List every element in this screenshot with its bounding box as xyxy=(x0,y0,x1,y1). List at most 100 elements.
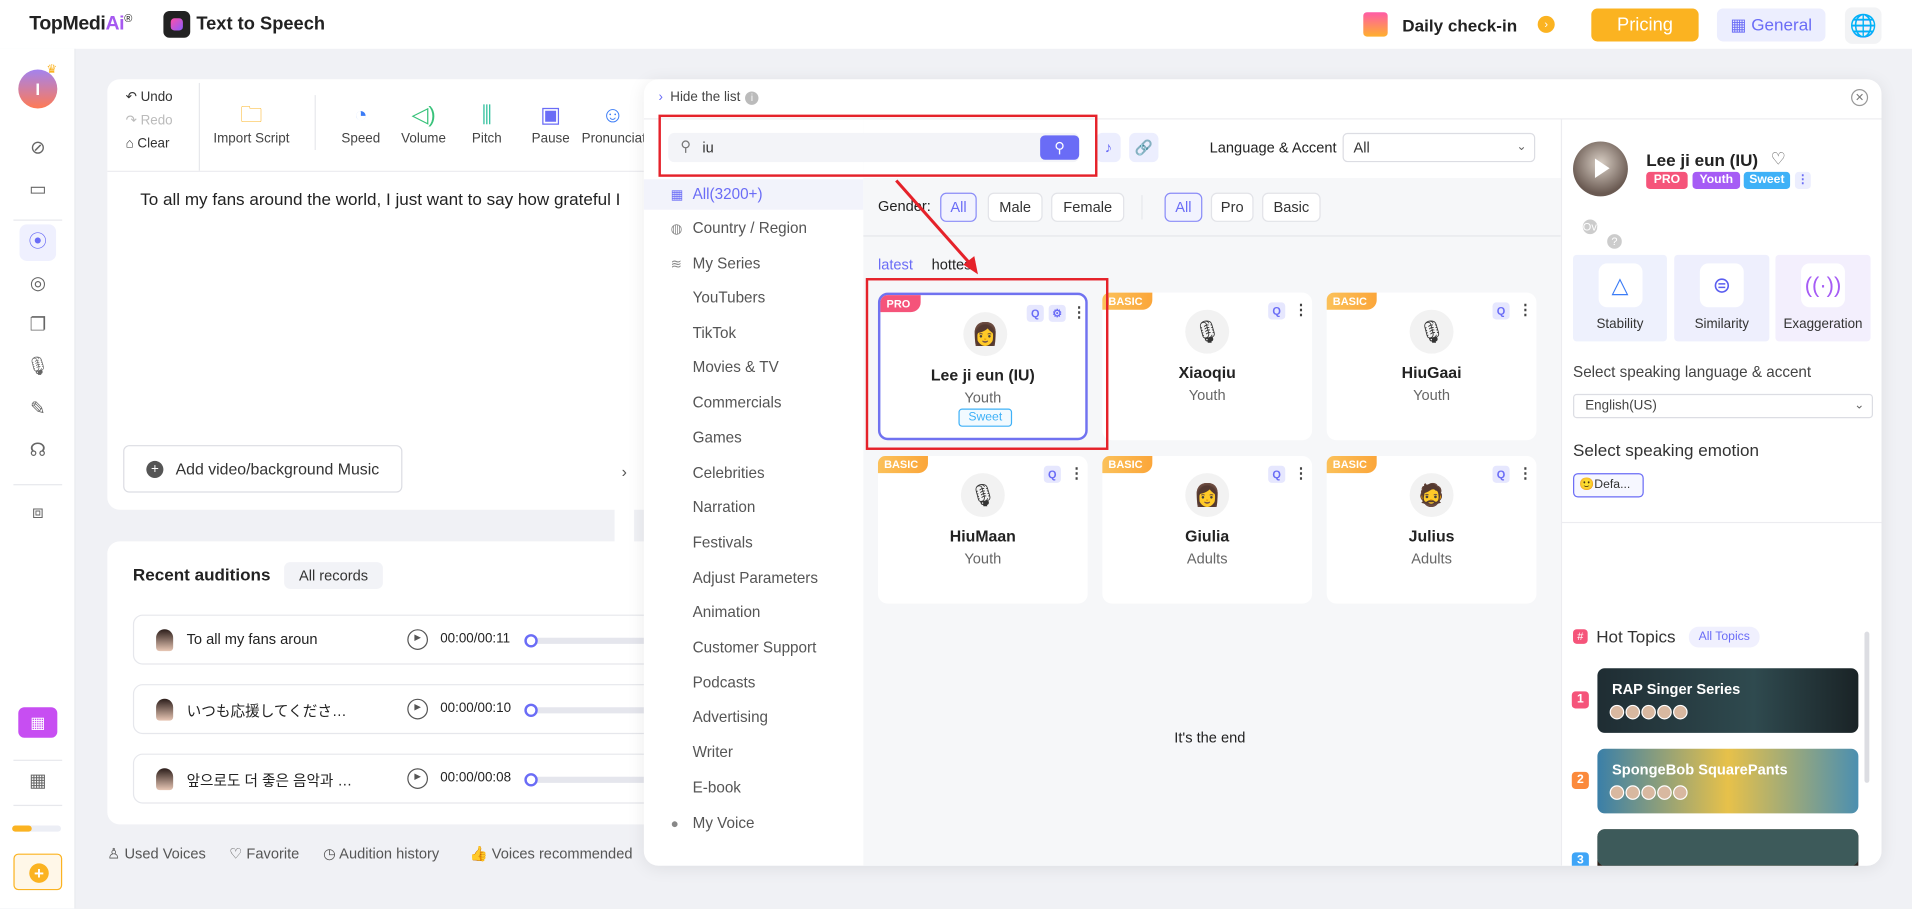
add-music-button[interactable]: + Add video/background Music xyxy=(123,445,403,493)
daily-checkin-link[interactable]: Daily check-in xyxy=(1402,16,1517,36)
exaggeration-setting[interactable]: ((·)) Exaggeration xyxy=(1775,254,1871,342)
search-icon[interactable]: Q xyxy=(1492,302,1510,320)
topic-card[interactable]: RAP Singer Series xyxy=(1597,668,1859,733)
category-my-voice[interactable]: ● My Voice xyxy=(644,808,863,838)
add-credits-button[interactable]: + xyxy=(13,853,63,891)
search-icon[interactable]: Q xyxy=(1268,465,1286,483)
category-series-item[interactable]: Narration xyxy=(644,493,863,523)
pause-button[interactable]: ▣ Pause xyxy=(532,100,570,146)
audition-history-link[interactable]: ◷ Audition history xyxy=(323,845,439,862)
category-series-item[interactable]: Celebrities xyxy=(644,458,863,488)
tier-basic-filter[interactable]: Basic xyxy=(1262,192,1321,222)
toolbox-icon[interactable]: ⧈ xyxy=(23,499,52,528)
voices-recommended-link[interactable]: 👍 Voices recommended xyxy=(469,845,643,862)
import-script-button[interactable]: 🗀 Import Script xyxy=(213,100,289,146)
speed-button[interactable]: ◔ Speed xyxy=(341,100,380,146)
voice-preview-play-button[interactable] xyxy=(1573,141,1628,197)
topic-card[interactable] xyxy=(1597,829,1859,866)
slider-handle[interactable] xyxy=(524,703,538,718)
voice-changer-icon[interactable]: ◎ xyxy=(23,269,52,298)
link-icon[interactable]: 🔗 xyxy=(1129,132,1159,163)
hide-list-toggle[interactable]: › Hide the list i xyxy=(658,90,759,105)
topic-card[interactable]: SpongeBob SquarePants xyxy=(1597,748,1859,814)
singing-icon[interactable]: ✎ xyxy=(23,395,52,424)
category-my-series[interactable]: ≋ My Series xyxy=(644,249,863,279)
search-icon[interactable]: Q xyxy=(1268,302,1286,320)
globe-icon[interactable]: 🌐 xyxy=(1844,7,1882,44)
category-series-item[interactable]: Writer xyxy=(644,738,863,768)
category-series-item[interactable]: Podcasts xyxy=(644,668,863,698)
expand-panel-handle[interactable]: › xyxy=(614,392,635,552)
general-button[interactable]: ▦ General xyxy=(1716,8,1826,42)
microphone-icon[interactable]: 🎙 xyxy=(23,352,52,381)
text-to-speech-icon[interactable]: ⦿ xyxy=(19,224,57,261)
more-icon[interactable]: ⋮ xyxy=(1794,171,1811,190)
speaking-language-select[interactable]: English(US) ⌄ xyxy=(1573,393,1873,419)
audition-row[interactable]: To all my fans aroun ▶ 00:00/00:11 xyxy=(132,614,677,665)
music-file-icon[interactable]: ♪ xyxy=(1096,132,1121,163)
category-series-item[interactable]: E-book xyxy=(644,773,863,803)
category-all[interactable]: ▦ All(3200+) xyxy=(643,179,864,210)
calendar-icon[interactable]: ▦ xyxy=(18,707,58,738)
magic-icon[interactable]: ⊘ xyxy=(23,134,52,163)
used-voices-link[interactable]: ♙ Used Voices xyxy=(107,845,206,862)
clear-button[interactable]: ⌂ Clear xyxy=(126,137,170,152)
heart-icon[interactable]: ♡ xyxy=(1771,149,1786,170)
speaker-icon[interactable]: ☊ xyxy=(23,437,52,466)
slider-handle[interactable] xyxy=(524,634,538,648)
voice-card[interactable]: BASIC 🎙 Q ⋮ Xiaoqiu Youth xyxy=(1102,292,1313,441)
more-icon[interactable]: ⋮ xyxy=(1518,301,1533,318)
similarity-setting[interactable]: ⊜ Similarity xyxy=(1674,254,1770,342)
emotion-default-button[interactable]: 🙂Defa... xyxy=(1573,473,1644,498)
voice-card[interactable]: BASIC 🧔 Q ⋮ Julius Adults xyxy=(1326,456,1537,604)
coin-icon[interactable]: › xyxy=(1537,15,1555,33)
gender-female-filter[interactable]: Female xyxy=(1051,192,1125,222)
category-series-item[interactable]: YouTubers xyxy=(644,283,863,313)
language-select[interactable]: All ⌄ xyxy=(1342,132,1536,163)
all-records-button[interactable]: All records xyxy=(284,562,383,589)
search-icon[interactable]: Q xyxy=(1492,465,1510,483)
voice-clone-icon[interactable]: ❐ xyxy=(23,311,52,340)
close-icon[interactable]: ✕ xyxy=(1851,89,1869,107)
pricing-button[interactable]: Pricing xyxy=(1591,8,1699,42)
voice-card[interactable]: BASIC 🎙 Q ⋮ HiuMaan Youth xyxy=(877,456,1088,604)
slider-handle[interactable] xyxy=(524,773,538,787)
more-icon[interactable]: ⋮ xyxy=(1518,465,1533,482)
brand-logo[interactable]: TopMediAi® xyxy=(29,12,132,36)
audition-row[interactable]: いつも応援してくださるファ... ▶ 00:00/00:10 xyxy=(132,684,677,735)
gift-icon[interactable] xyxy=(1363,12,1388,37)
apps-grid-icon[interactable]: ▦ xyxy=(23,767,52,796)
folder-icon[interactable]: ▭ xyxy=(23,176,52,205)
audition-row[interactable]: 앞으로도 더 좋은 음악과 다양... ▶ 00:00/00:08 xyxy=(132,753,677,804)
tier-pro-filter[interactable]: Pro xyxy=(1210,192,1254,222)
more-icon[interactable]: ⋮ xyxy=(1294,301,1309,318)
category-country-region[interactable]: ◍ Country / Region xyxy=(644,213,863,243)
pronunciation-button[interactable]: ☺ Pronunciati xyxy=(582,100,644,146)
play-icon[interactable]: ▶ xyxy=(407,768,429,789)
stability-setting[interactable]: △ Stability xyxy=(1573,254,1667,342)
scrollbar[interactable] xyxy=(1864,631,1870,783)
redo-button[interactable]: ↷ Redo xyxy=(126,112,173,128)
more-icon[interactable]: ⋮ xyxy=(1069,465,1084,482)
category-series-item[interactable]: Commercials xyxy=(644,388,863,418)
volume-button[interactable]: ◁) Volume xyxy=(401,100,446,146)
script-text-area[interactable]: To all my fans around the world, I just … xyxy=(140,189,646,209)
category-series-item[interactable]: Movies & TV xyxy=(644,353,863,383)
more-icon[interactable]: ⋮ xyxy=(1294,465,1309,482)
voice-card[interactable]: BASIC 👩 Q ⋮ Giulia Adults xyxy=(1102,456,1313,604)
category-series-item[interactable]: Customer Support xyxy=(644,633,863,663)
all-topics-button[interactable]: All Topics xyxy=(1688,626,1760,648)
play-icon[interactable]: ▶ xyxy=(407,698,429,720)
category-series-item[interactable]: TikTok xyxy=(644,318,863,348)
undo-button[interactable]: ↶ Undo xyxy=(126,89,173,105)
category-series-item[interactable]: Animation xyxy=(644,598,863,628)
voice-card[interactable]: BASIC 🎙 Q ⋮ HiuGaai Youth xyxy=(1326,292,1537,441)
search-icon[interactable]: Q xyxy=(1043,465,1061,483)
category-series-item[interactable]: Festivals xyxy=(644,528,863,558)
favorite-link[interactable]: ♡ Favorite xyxy=(229,845,299,862)
play-icon[interactable]: ▶ xyxy=(407,629,429,650)
category-series-item[interactable]: Games xyxy=(644,423,863,453)
tier-all-filter[interactable]: All xyxy=(1164,192,1203,222)
category-series-item[interactable]: Advertising xyxy=(644,703,863,733)
pitch-button[interactable]: ⫼ Pitch xyxy=(472,100,502,146)
